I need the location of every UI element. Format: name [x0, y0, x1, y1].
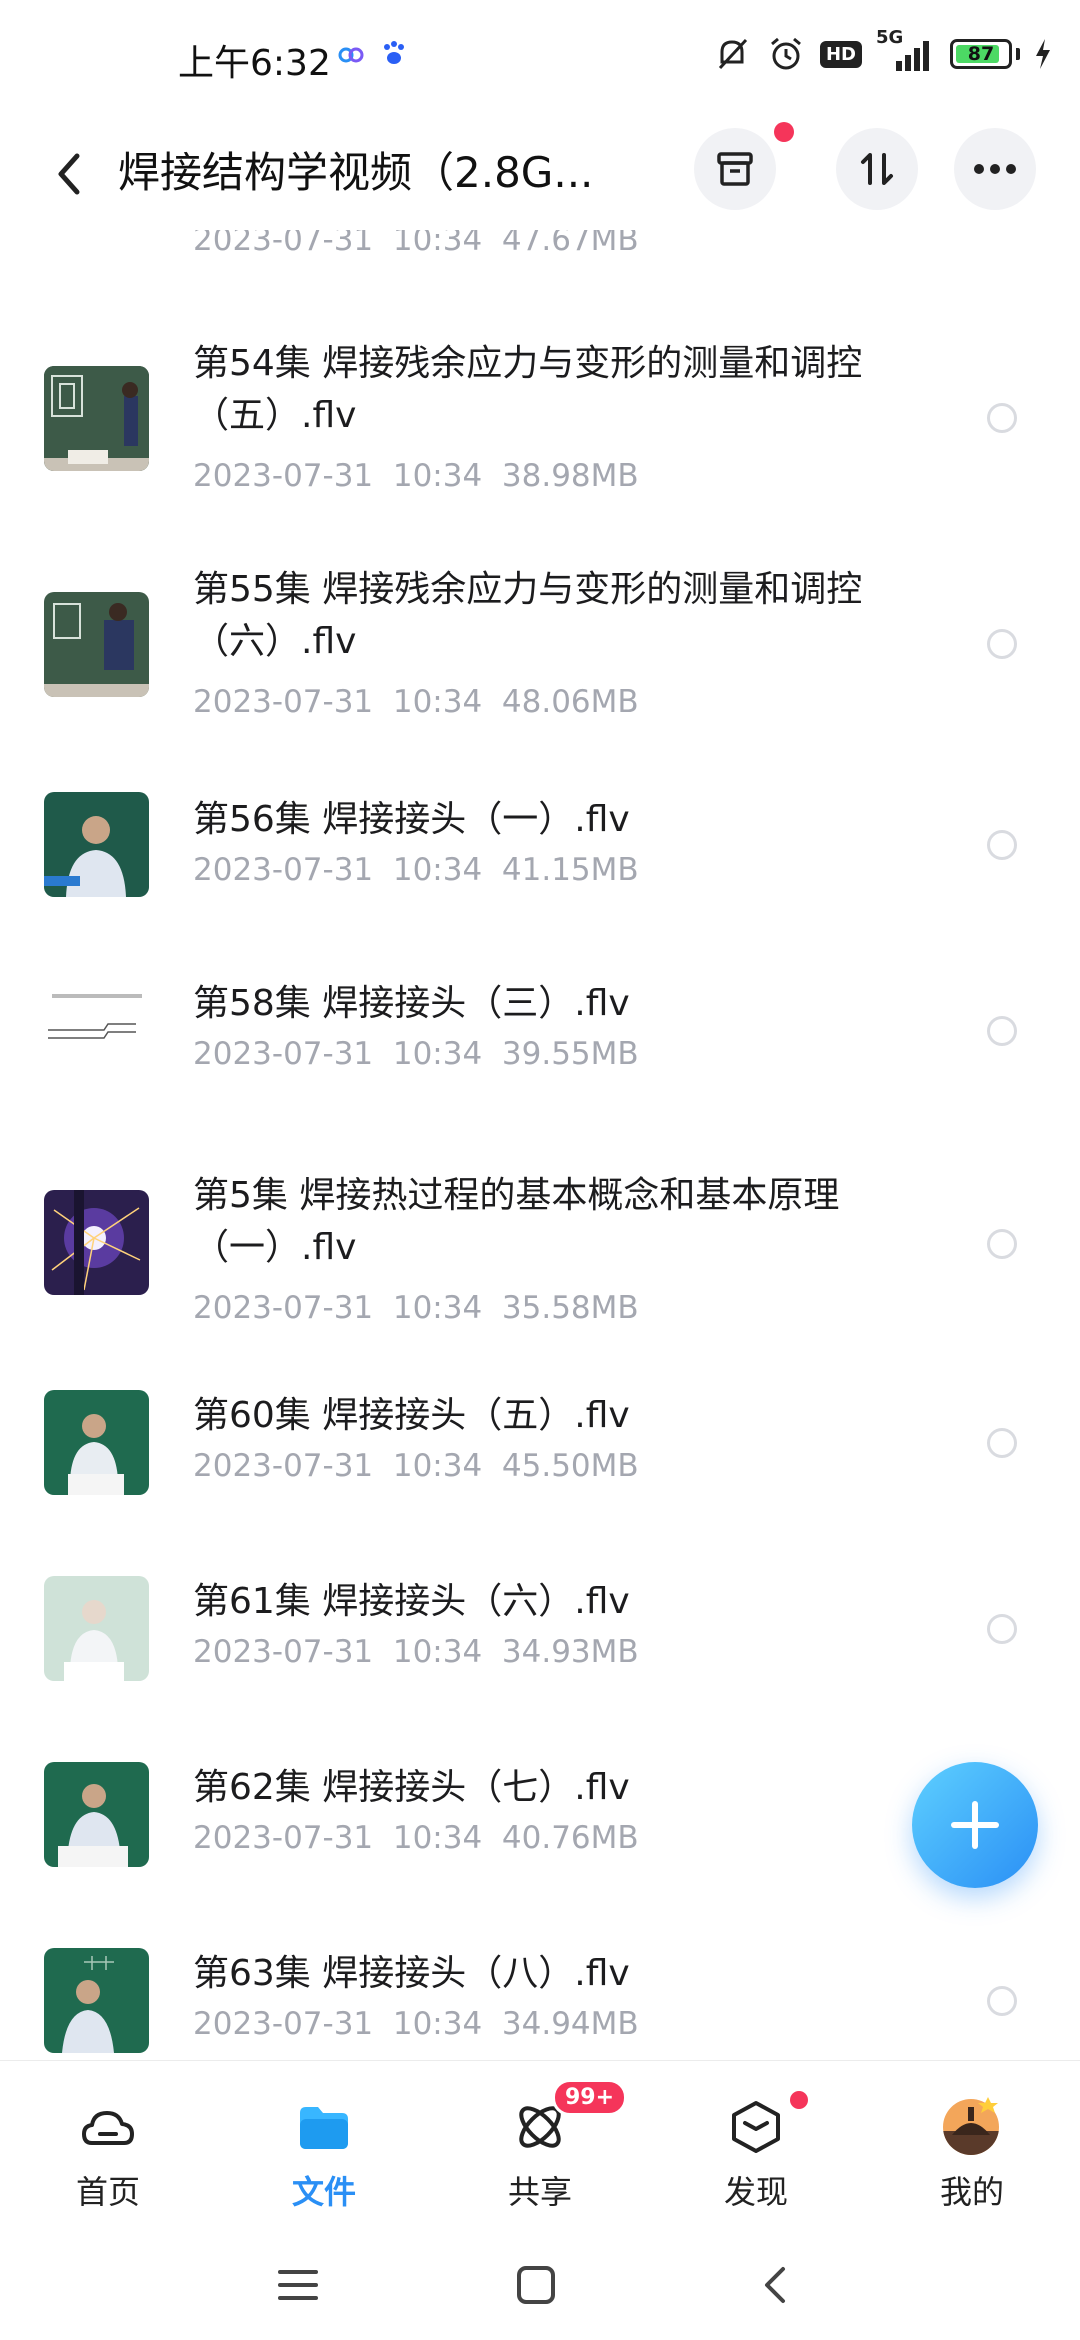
- folder-icon: [300, 2107, 348, 2149]
- video-thumbnail: [44, 1762, 149, 1867]
- file-meta: 2023-07-31 10:34 35.58MB: [193, 1290, 639, 1326]
- file-meta: 2023-07-31 10:34 48.06MB: [193, 684, 639, 720]
- file-meta: 2023-07-31 10:34 45.50MB: [193, 1448, 639, 1484]
- file-meta: 2023-07-31 10:34 34.93MB: [193, 1634, 639, 1670]
- file-meta: 2023-07-31 10:34 41.15MB: [193, 852, 639, 888]
- home-cloud-icon: [82, 2111, 134, 2145]
- video-thumbnail: [44, 366, 149, 471]
- file-name: 第61集 焊接接头（六）.flv: [193, 1581, 630, 1622]
- system-nav-bar: [0, 2230, 1080, 2340]
- nav-mine-label: 我的: [939, 2173, 1004, 2211]
- file-name: 第55集 焊接残余应力与变形的测量和调控（六）.flv: [193, 569, 863, 662]
- file-row[interactable]: 第60集 焊接接头（五）.flv 2023-07-31 10:34 45.50M…: [0, 1390, 1080, 1520]
- select-radio[interactable]: [987, 1614, 1017, 1644]
- nav-files-label: 文件: [291, 2173, 356, 2211]
- file-row[interactable]: 第61集 焊接接头（六）.flv 2023-07-31 10:34 34.93M…: [0, 1576, 1080, 1706]
- video-thumbnail: [44, 980, 149, 1085]
- video-thumbnail: [44, 1190, 149, 1295]
- plus-icon: [951, 1801, 999, 1849]
- avatar: [943, 2097, 999, 2155]
- file-row[interactable]: 第55集 焊接残余应力与变形的测量和调控（六）.flv 2023-07-31 1…: [0, 556, 1080, 736]
- video-thumbnail: [44, 1390, 149, 1495]
- nav-share[interactable]: 99+ 共享: [432, 2061, 648, 2231]
- nav-files[interactable]: 文件: [216, 2061, 432, 2231]
- file-meta: 2023-07-31 10:34 38.98MB: [193, 458, 639, 494]
- select-radio[interactable]: [987, 1016, 1017, 1046]
- file-row[interactable]: 第58集 焊接接头（三）.flv 2023-07-31 10:34 39.55M…: [0, 976, 1080, 1106]
- select-radio[interactable]: [987, 629, 1017, 659]
- file-name: 第54集 焊接残余应力与变形的测量和调控（五）.flv: [193, 343, 863, 436]
- add-button[interactable]: [912, 1762, 1038, 1888]
- file-name: 第56集 焊接接头（一）.flv: [193, 799, 630, 840]
- video-thumbnail: [44, 1948, 149, 2053]
- home-button[interactable]: [506, 2260, 566, 2310]
- file-name: 第5集 焊接热过程的基本概念和基本原理（一）.flv: [193, 1175, 840, 1268]
- recents-button[interactable]: [268, 2260, 328, 2310]
- file-row[interactable]: 第63集 焊接接头（八）.flv 2023-07-31 10:34 34.94M…: [0, 1948, 1080, 2060]
- nav-home-label: 首页: [75, 2173, 140, 2211]
- file-name: 第63集 焊接接头（八）.flv: [193, 1953, 630, 1994]
- system-back-button[interactable]: [744, 2260, 804, 2310]
- select-radio[interactable]: [987, 1986, 1017, 2016]
- file-name: 第60集 焊接接头（五）.flv: [193, 1395, 630, 1436]
- file-row[interactable]: 第56集 焊接接头（一）.flv 2023-07-31 10:34 41.15M…: [0, 790, 1080, 920]
- nav-mine[interactable]: 我的: [864, 2061, 1080, 2231]
- discover-dot: [790, 2091, 808, 2109]
- square-icon: [517, 2266, 555, 2304]
- discover-hexagon-icon: [732, 2101, 780, 2153]
- select-radio[interactable]: [987, 1428, 1017, 1458]
- share-badge: 99+: [552, 2079, 628, 2116]
- nav-home[interactable]: 首页: [0, 2061, 216, 2231]
- back-chevron-icon: [765, 2267, 785, 2303]
- file-name: 第58集 焊接接头（三）.flv: [193, 983, 630, 1024]
- nav-share-label: 共享: [507, 2173, 572, 2211]
- video-thumbnail: [44, 1576, 149, 1681]
- select-radio[interactable]: [987, 830, 1017, 860]
- menu-lines-icon: [278, 2270, 318, 2300]
- file-meta: 2023-07-31 10:34 40.76MB: [193, 1820, 639, 1856]
- file-meta: 2023-07-31 10:34 39.55MB: [193, 1036, 639, 1072]
- file-row[interactable]: 第54集 焊接残余应力与变形的测量和调控（五）.flv 2023-07-31 1…: [0, 330, 1080, 510]
- file-row[interactable]: 第5集 焊接热过程的基本概念和基本原理（一）.flv 2023-07-31 10…: [0, 1162, 1080, 1342]
- video-thumbnail: [44, 792, 149, 897]
- select-radio[interactable]: [987, 1229, 1017, 1259]
- nav-discover[interactable]: 发现: [648, 2061, 864, 2231]
- file-name: 第62集 焊接接头（七）.flv: [193, 1767, 630, 1808]
- file-meta: 2023-07-31 10:34 34.94MB: [193, 2006, 639, 2042]
- select-radio[interactable]: [987, 403, 1017, 433]
- bottom-nav: 首页 文件 99+ 共享 发现 我的: [0, 2060, 1080, 2230]
- file-rows-layer: 第54集 焊接残余应力与变形的测量和调控（五）.flv 2023-07-31 1…: [0, 0, 1080, 2060]
- nav-discover-label: 发现: [723, 2173, 788, 2211]
- video-thumbnail: [44, 592, 149, 697]
